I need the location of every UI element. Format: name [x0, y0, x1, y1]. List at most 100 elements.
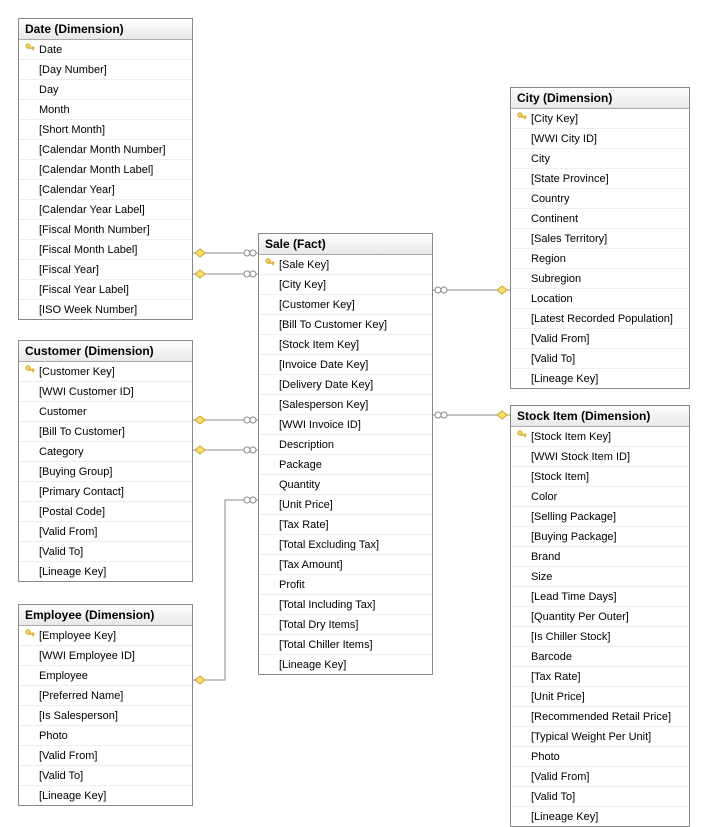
table-row[interactable]: [Employee Key] [19, 626, 192, 646]
table-row[interactable]: [Primary Contact] [19, 482, 192, 502]
table-row[interactable]: [Calendar Month Label] [19, 160, 192, 180]
table-row[interactable]: [WWI Invoice ID] [259, 415, 432, 435]
table-header-sale[interactable]: Sale (Fact) [259, 234, 432, 255]
table-row[interactable]: [Fiscal Month Label] [19, 240, 192, 260]
table-row[interactable]: [Total Including Tax] [259, 595, 432, 615]
table-row[interactable]: [WWI Stock Item ID] [511, 447, 689, 467]
table-row[interactable]: [Calendar Year] [19, 180, 192, 200]
table-row[interactable]: [Customer Key] [19, 362, 192, 382]
table-header-customer[interactable]: Customer (Dimension) [19, 341, 192, 362]
table-row[interactable]: [WWI Customer ID] [19, 382, 192, 402]
table-row[interactable]: [Tax Amount] [259, 555, 432, 575]
table-row[interactable]: [City Key] [259, 275, 432, 295]
table-customer[interactable]: Customer (Dimension)[Customer Key][WWI C… [18, 340, 193, 582]
table-employee[interactable]: Employee (Dimension)[Employee Key][WWI E… [18, 604, 193, 806]
table-row[interactable]: [Invoice Date Key] [259, 355, 432, 375]
table-row[interactable]: [Total Dry Items] [259, 615, 432, 635]
table-row[interactable]: City [511, 149, 689, 169]
table-row[interactable]: Customer [19, 402, 192, 422]
table-row[interactable]: [State Province] [511, 169, 689, 189]
table-row[interactable]: [Valid To] [511, 349, 689, 369]
table-row[interactable]: [Is Salesperson] [19, 706, 192, 726]
table-row[interactable]: [Valid From] [19, 746, 192, 766]
table-row[interactable]: Country [511, 189, 689, 209]
table-row[interactable]: [Valid To] [511, 787, 689, 807]
table-row[interactable]: Month [19, 100, 192, 120]
table-sale[interactable]: Sale (Fact)[Sale Key][City Key][Customer… [258, 233, 433, 675]
table-row[interactable]: Photo [511, 747, 689, 767]
table-row[interactable]: [Total Excluding Tax] [259, 535, 432, 555]
table-row[interactable]: [WWI Employee ID] [19, 646, 192, 666]
table-row[interactable]: Region [511, 249, 689, 269]
table-row[interactable]: Barcode [511, 647, 689, 667]
table-row[interactable]: [Customer Key] [259, 295, 432, 315]
table-row[interactable]: [Valid To] [19, 542, 192, 562]
table-row[interactable]: Color [511, 487, 689, 507]
table-city[interactable]: City (Dimension)[City Key][WWI City ID]C… [510, 87, 690, 389]
table-row[interactable]: [Valid From] [511, 767, 689, 787]
table-row[interactable]: Location [511, 289, 689, 309]
table-row[interactable]: [Lineage Key] [259, 655, 432, 674]
table-row[interactable]: [Total Chiller Items] [259, 635, 432, 655]
table-row[interactable]: Category [19, 442, 192, 462]
table-row[interactable]: [Calendar Year Label] [19, 200, 192, 220]
table-row[interactable]: [Bill To Customer] [19, 422, 192, 442]
table-row[interactable]: [Fiscal Month Number] [19, 220, 192, 240]
table-header-city[interactable]: City (Dimension) [511, 88, 689, 109]
table-row[interactable]: Day [19, 80, 192, 100]
table-row[interactable]: Package [259, 455, 432, 475]
table-date[interactable]: Date (Dimension)Date[Day Number]DayMonth… [18, 18, 193, 320]
table-row[interactable]: [Fiscal Year] [19, 260, 192, 280]
table-row[interactable]: [Calendar Month Number] [19, 140, 192, 160]
table-header-employee[interactable]: Employee (Dimension) [19, 605, 192, 626]
table-row[interactable]: [Bill To Customer Key] [259, 315, 432, 335]
table-row[interactable]: [Typical Weight Per Unit] [511, 727, 689, 747]
table-row[interactable]: [ISO Week Number] [19, 300, 192, 319]
table-row[interactable]: [Valid From] [19, 522, 192, 542]
table-row[interactable]: [Is Chiller Stock] [511, 627, 689, 647]
table-header-date[interactable]: Date (Dimension) [19, 19, 192, 40]
table-row[interactable]: [Lead Time Days] [511, 587, 689, 607]
table-row[interactable]: [Stock Item Key] [511, 427, 689, 447]
table-row[interactable]: [Stock Item Key] [259, 335, 432, 355]
table-row[interactable]: Brand [511, 547, 689, 567]
table-row[interactable]: Photo [19, 726, 192, 746]
table-row[interactable]: [Lineage Key] [19, 562, 192, 581]
table-row[interactable]: [Tax Rate] [259, 515, 432, 535]
table-row[interactable]: [Lineage Key] [19, 786, 192, 805]
table-row[interactable]: Description [259, 435, 432, 455]
table-row[interactable]: [Unit Price] [259, 495, 432, 515]
table-row[interactable]: [Sales Territory] [511, 229, 689, 249]
table-row[interactable]: [Short Month] [19, 120, 192, 140]
table-row[interactable]: [Day Number] [19, 60, 192, 80]
table-row[interactable]: [Lineage Key] [511, 369, 689, 388]
table-row[interactable]: Date [19, 40, 192, 60]
table-row[interactable]: [Postal Code] [19, 502, 192, 522]
table-header-stock[interactable]: Stock Item (Dimension) [511, 406, 689, 427]
table-row[interactable]: [Valid From] [511, 329, 689, 349]
table-row[interactable]: [Recommended Retail Price] [511, 707, 689, 727]
table-stock[interactable]: Stock Item (Dimension)[Stock Item Key][W… [510, 405, 690, 827]
table-row[interactable]: [Delivery Date Key] [259, 375, 432, 395]
table-row[interactable]: [Valid To] [19, 766, 192, 786]
table-row[interactable]: [City Key] [511, 109, 689, 129]
table-row[interactable]: [Quantity Per Outer] [511, 607, 689, 627]
table-row[interactable]: [Buying Package] [511, 527, 689, 547]
table-row[interactable]: [Sale Key] [259, 255, 432, 275]
table-row[interactable]: Subregion [511, 269, 689, 289]
table-row[interactable]: [Preferred Name] [19, 686, 192, 706]
table-row[interactable]: [Salesperson Key] [259, 395, 432, 415]
table-row[interactable]: [Tax Rate] [511, 667, 689, 687]
table-row[interactable]: [Latest Recorded Population] [511, 309, 689, 329]
table-row[interactable]: Profit [259, 575, 432, 595]
table-row[interactable]: Size [511, 567, 689, 587]
table-row[interactable]: Quantity [259, 475, 432, 495]
table-row[interactable]: [WWI City ID] [511, 129, 689, 149]
table-row[interactable]: [Stock Item] [511, 467, 689, 487]
table-row[interactable]: [Buying Group] [19, 462, 192, 482]
table-row[interactable]: Continent [511, 209, 689, 229]
table-row[interactable]: [Unit Price] [511, 687, 689, 707]
table-row[interactable]: [Selling Package] [511, 507, 689, 527]
table-row[interactable]: Employee [19, 666, 192, 686]
table-row[interactable]: [Fiscal Year Label] [19, 280, 192, 300]
